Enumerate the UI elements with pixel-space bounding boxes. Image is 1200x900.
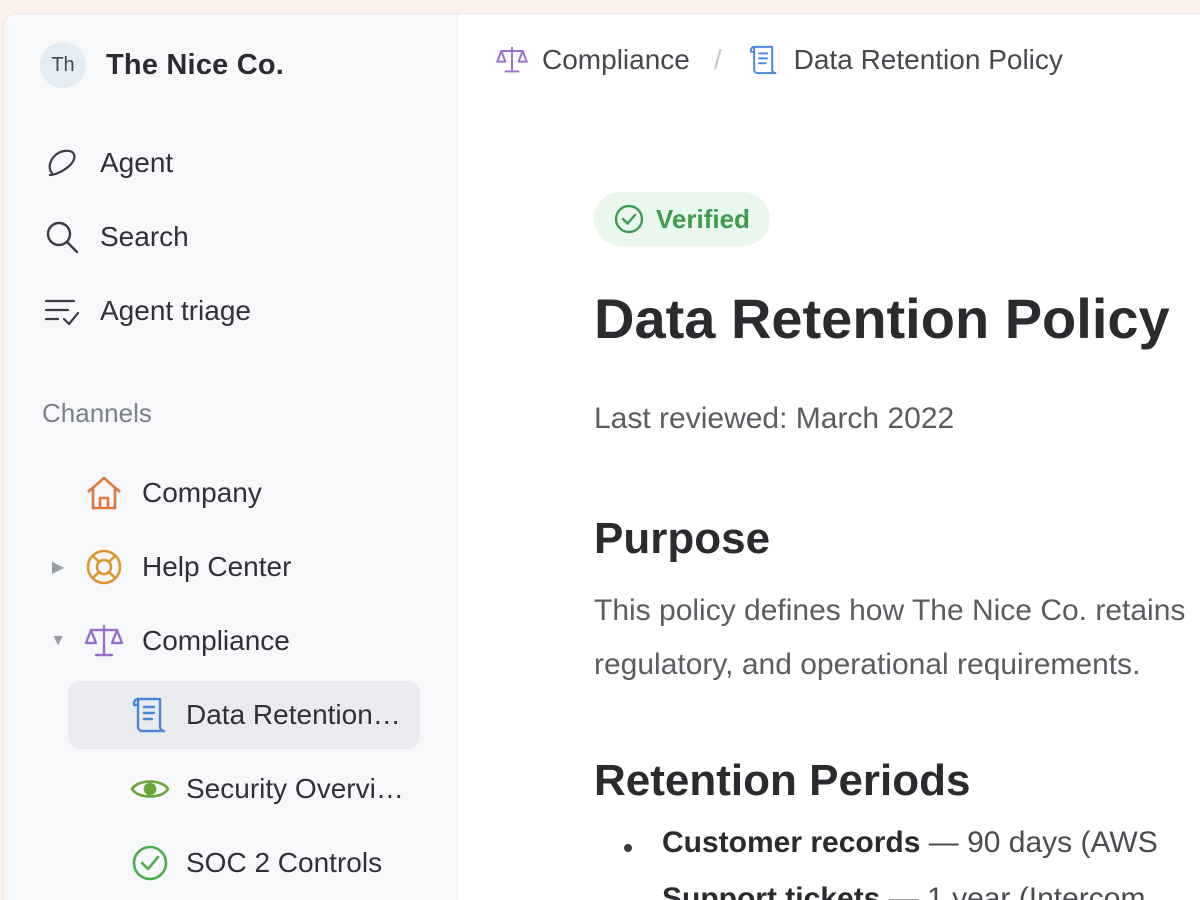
channel-tree: Company ▶ Help Center ▼ Compliance Data …	[4, 456, 458, 900]
tree-item-label: Company	[142, 477, 262, 508]
scroll-icon	[749, 45, 777, 75]
check-circle-icon	[132, 845, 168, 881]
tree-item-label: Help Center	[142, 551, 292, 582]
eye-icon	[130, 780, 170, 798]
breadcrumb-parent[interactable]: Compliance	[494, 42, 690, 78]
nav-item-agent-triage[interactable]: Agent triage	[42, 274, 251, 348]
nav-label: Search	[100, 221, 189, 252]
tree-item-label: Data Retention Policy	[186, 699, 408, 730]
scales-icon	[84, 624, 124, 657]
primary-nav: Agent Search Agent triage	[42, 126, 251, 348]
channels-section-label: Channels	[42, 398, 152, 428]
tree-item-compliance[interactable]: ▼ Compliance	[4, 604, 458, 678]
last-reviewed-text: Last reviewed: March 2022	[594, 402, 955, 435]
document-title: Data Retention Policy	[594, 287, 1170, 350]
scales-icon	[496, 46, 528, 73]
workspace-switcher[interactable]: Th The Nice Co.	[40, 42, 284, 88]
sidebar: Th The Nice Co. Agent Search Agent triag…	[4, 14, 458, 900]
house-icon	[87, 476, 121, 510]
verified-badge-label: Verified	[656, 203, 750, 234]
list-item-term: Customer records	[662, 826, 921, 859]
app-window: Th The Nice Co. Agent Search Agent triag…	[4, 14, 1200, 900]
tree-item-soc2-controls[interactable]: SOC 2 Controls	[4, 826, 458, 900]
purpose-line: This policy defines how The Nice Co. ret…	[594, 594, 1186, 627]
purpose-paragraph: This policy defines how The Nice Co. ret…	[594, 584, 1185, 692]
purpose-heading: Purpose	[594, 514, 771, 563]
nav-label: Agent	[100, 147, 174, 178]
document-pane: Compliance / Data Retention Policy Verif…	[458, 14, 1200, 900]
workspace-avatar: Th	[40, 42, 86, 88]
tree-item-help-center[interactable]: ▶ Help Center	[4, 530, 458, 604]
purpose-line: regulatory, and operational requirements…	[594, 648, 1141, 681]
breadcrumb: Compliance / Data Retention Policy	[494, 42, 1063, 78]
tree-item-label: Compliance	[142, 625, 290, 656]
verified-badge[interactable]: Verified	[594, 192, 770, 246]
tree-item-security-overview[interactable]: Security Overview	[4, 752, 458, 826]
breadcrumb-separator: /	[713, 44, 722, 75]
breadcrumb-current[interactable]: Data Retention Policy	[746, 42, 1063, 78]
retention-periods-heading: Retention Periods	[594, 756, 971, 805]
breadcrumb-current-label: Data Retention Policy	[793, 44, 1063, 75]
workspace-name: The Nice Co.	[106, 48, 285, 81]
breadcrumb-parent-label: Compliance	[542, 44, 690, 75]
list-item: Support tickets — 1 year (Intercom	[594, 882, 1158, 900]
tree-item-label: Security Overview	[186, 773, 408, 804]
tree-item-label: SOC 2 Controls	[186, 847, 383, 878]
list-item-term: Support tickets	[662, 882, 881, 900]
nav-item-search[interactable]: Search	[42, 200, 251, 274]
search-icon	[46, 221, 79, 254]
lifebuoy-icon	[86, 549, 122, 585]
caret-right-icon[interactable]: ▶	[50, 559, 66, 576]
nav-item-agent[interactable]: Agent	[42, 126, 251, 200]
caret-down-icon[interactable]: ▼	[50, 632, 66, 649]
tree-item-data-retention-policy[interactable]: Data Retention Policy	[4, 678, 458, 752]
tree-item-company[interactable]: Company	[4, 456, 458, 530]
nav-label: Agent triage	[100, 295, 251, 326]
list-item-detail: — 90 days (AWS	[920, 826, 1158, 859]
agent-icon	[48, 149, 76, 177]
list-item: Customer records — 90 days (AWS	[594, 826, 1158, 882]
check-circle-icon	[614, 204, 644, 234]
retention-list: Customer records — 90 days (AWS Support …	[594, 826, 1158, 900]
triage-icon	[44, 299, 80, 326]
list-item-detail: — 1 year (Intercom	[880, 882, 1146, 900]
scroll-icon	[132, 697, 166, 733]
